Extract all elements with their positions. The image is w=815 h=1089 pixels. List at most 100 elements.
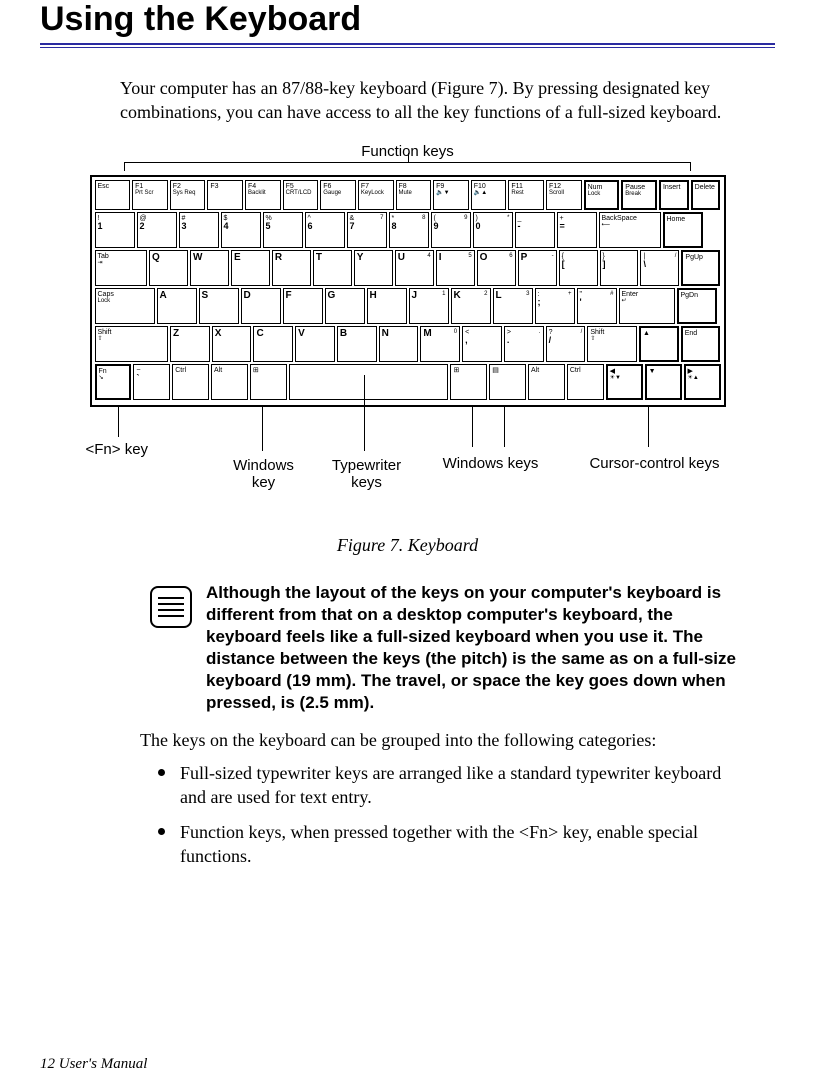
key: F — [283, 288, 323, 324]
key: (99 — [431, 212, 471, 248]
key: F6Gauge — [320, 180, 356, 210]
key: &77 — [347, 212, 387, 248]
category-list: Full-sized typewriter keys are arranged … — [158, 761, 745, 868]
key: I5 — [436, 250, 475, 286]
key: Insert — [659, 180, 689, 210]
key: Z — [170, 326, 210, 362]
key: _- — [515, 212, 555, 248]
key: G — [325, 288, 365, 324]
key: )0* — [473, 212, 513, 248]
key: O6 — [477, 250, 516, 286]
key: += — [557, 212, 597, 248]
key: Ctrl — [567, 364, 604, 400]
key: D — [241, 288, 281, 324]
key: NumLock — [584, 180, 620, 210]
key: ▲ — [639, 326, 679, 362]
key: Q — [149, 250, 188, 286]
key: Home — [663, 212, 703, 248]
key: %5 — [263, 212, 303, 248]
key: "'# — [577, 288, 617, 324]
key: :;+ — [535, 288, 575, 324]
key: ⊞ — [250, 364, 287, 400]
key: }] — [600, 250, 639, 286]
key: Ctrl — [172, 364, 209, 400]
key: S — [199, 288, 239, 324]
keyboard-annotations: <Fn> key Windows key Typewriter keys Win… — [90, 411, 726, 511]
key: |\/ — [640, 250, 679, 286]
key: End — [681, 326, 721, 362]
key: T — [313, 250, 352, 286]
function-keys-bracket — [124, 162, 691, 171]
key: F2Sys Req — [170, 180, 206, 210]
note-text: Although the layout of the keys on your … — [206, 582, 745, 715]
key: C — [253, 326, 293, 362]
key — [289, 364, 449, 400]
key: Alt — [528, 364, 565, 400]
key: BackSpace⟵ — [599, 212, 661, 248]
key: W — [190, 250, 229, 286]
key: Shift⇧ — [587, 326, 637, 362]
key: F9🔈▼ — [433, 180, 469, 210]
key: >.. — [504, 326, 544, 362]
key: Tab⇥ — [95, 250, 148, 286]
key: F12Scroll — [546, 180, 582, 210]
keyboard-diagram: EscF1Prt ScrF2Sys ReqF3F4BacklitF5CRT/LC… — [90, 175, 726, 407]
key: Fn↘ — [95, 364, 132, 400]
key: <, — [462, 326, 502, 362]
key: CapsLock — [95, 288, 155, 324]
key: ~` — [133, 364, 170, 400]
key: F11Rest — [508, 180, 544, 210]
key: A — [157, 288, 197, 324]
title-rule — [40, 43, 775, 48]
key: P- — [518, 250, 557, 286]
key: Alt — [211, 364, 248, 400]
typewriter-keys-label: Typewriter keys — [322, 457, 412, 491]
page-title: Using the Keyboard — [40, 0, 775, 39]
note-icon — [150, 586, 192, 628]
key: @2 — [137, 212, 177, 248]
group-intro: The keys on the keyboard can be grouped … — [140, 730, 745, 751]
page-footer: 12 User's Manual — [40, 1056, 147, 1073]
key: F5CRT/LCD — [283, 180, 319, 210]
key: ▶☀▲ — [684, 364, 721, 400]
key: U4 — [395, 250, 434, 286]
key: ^6 — [305, 212, 345, 248]
key: Enter↵ — [619, 288, 675, 324]
key: H — [367, 288, 407, 324]
key: ▤ — [489, 364, 526, 400]
key: F1Prt Scr — [132, 180, 168, 210]
key: Delete — [691, 180, 721, 210]
key: {[ — [559, 250, 598, 286]
key: F7KeyLock — [358, 180, 394, 210]
key: ◀☀▼ — [606, 364, 643, 400]
key: ▼ — [645, 364, 682, 400]
cursor-keys-label: Cursor-control keys — [580, 455, 730, 472]
key: X — [212, 326, 252, 362]
key: B — [337, 326, 377, 362]
key: !1 — [95, 212, 135, 248]
figure-caption: Figure 7. Keyboard — [40, 535, 775, 556]
key: *88 — [389, 212, 429, 248]
windows-key-label: Windows key — [224, 457, 304, 491]
key: F3 — [207, 180, 243, 210]
key: Shift⇧ — [95, 326, 168, 362]
list-item: Full-sized typewriter keys are arranged … — [158, 761, 745, 810]
key: E — [231, 250, 270, 286]
intro-paragraph: Your computer has an 87/88-key keyboard … — [120, 76, 755, 125]
key: Esc — [95, 180, 131, 210]
key: Y — [354, 250, 393, 286]
key: $4 — [221, 212, 261, 248]
key: #3 — [179, 212, 219, 248]
key: L3 — [493, 288, 533, 324]
key: PgUp — [681, 250, 720, 286]
key: M0 — [420, 326, 460, 362]
key: PauseBreak — [621, 180, 657, 210]
fn-key-label: <Fn> key — [86, 441, 149, 458]
key: F10🔈▲ — [471, 180, 507, 210]
windows-keys-label: Windows keys — [436, 455, 546, 472]
key: K2 — [451, 288, 491, 324]
key: ⊞ — [450, 364, 487, 400]
key: ?// — [546, 326, 586, 362]
key: F8Mute — [396, 180, 432, 210]
key: J1 — [409, 288, 449, 324]
